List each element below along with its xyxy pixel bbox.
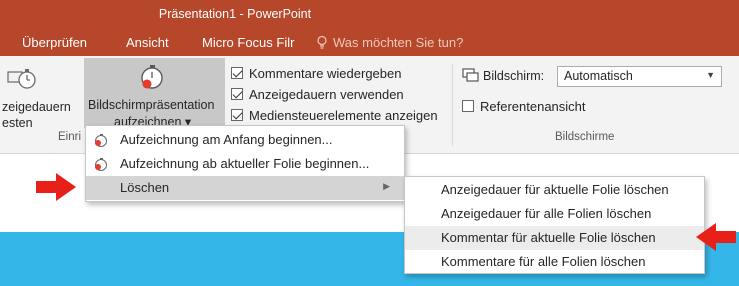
menu-item-clear[interactable]: Löschen ▶ xyxy=(86,176,404,200)
checkbox-show-media-controls-box[interactable] xyxy=(231,109,243,121)
submenu-item-clear-narrations-all[interactable]: Kommentare für alle Folien löschen xyxy=(405,250,704,274)
annotation-arrow-right-icon xyxy=(36,173,76,201)
checkbox-use-timings[interactable]: Anzeigedauern verwenden xyxy=(231,87,404,105)
lightbulb-icon xyxy=(317,35,327,49)
ribbon-separator xyxy=(452,64,453,146)
checkbox-play-narrations-label: Kommentare wiedergeben xyxy=(249,66,402,81)
submenu-item-label: Anzeigedauer für aktuelle Folie löschen xyxy=(441,182,669,197)
menu-item-label: Aufzeichnung ab aktueller Folie beginnen… xyxy=(120,156,370,171)
annotation-arrow-left-icon xyxy=(696,223,736,251)
setup-group-label: Einri xyxy=(58,131,82,143)
record-slide-show-button[interactable]: Bildschirmpräsentation aufzeichnen ▾ xyxy=(84,58,225,129)
menu-item-label: Aufzeichnung am Anfang beginnen... xyxy=(120,132,333,147)
monitor-icon xyxy=(462,68,479,82)
record-dropdown-menu: Aufzeichnung am Anfang beginnen... Aufze… xyxy=(85,125,405,202)
chevron-down-icon: ▼ xyxy=(706,70,715,80)
monitors-group-label: Bildschirme xyxy=(555,131,615,143)
monitor-dropdown[interactable]: Automatisch ▼ xyxy=(557,66,722,87)
record-from-start-icon xyxy=(95,134,107,147)
rehearse-timings-button[interactable]: zeigedauern esten xyxy=(0,58,82,130)
submenu-item-clear-timing-current[interactable]: Anzeigedauer für aktuelle Folie löschen xyxy=(405,178,704,202)
window-title: Präsentation1 - PowerPoint xyxy=(158,7,312,21)
checkbox-use-timings-label: Anzeigedauern verwenden xyxy=(249,87,404,102)
tab-micro-focus-filr[interactable]: Micro Focus Filr xyxy=(202,35,294,50)
tab-review[interactable]: Überprüfen xyxy=(22,35,87,50)
checkbox-play-narrations[interactable]: Kommentare wiedergeben xyxy=(231,66,401,84)
submenu-item-clear-narration-current[interactable]: Kommentar für aktuelle Folie löschen xyxy=(405,226,704,250)
checkbox-play-narrations-box[interactable] xyxy=(231,67,243,79)
stopwatch-icon xyxy=(7,69,36,89)
submenu-item-clear-timing-all[interactable]: Anzeigedauer für alle Folien löschen xyxy=(405,202,704,226)
menu-item-record-from-beginning[interactable]: Aufzeichnung am Anfang beginnen... xyxy=(86,128,404,152)
checkbox-presenter-view[interactable]: Referentenansicht xyxy=(462,99,586,117)
record-stopwatch-icon xyxy=(141,65,163,89)
checkbox-use-timings-box[interactable] xyxy=(231,88,243,100)
monitor-label: Bildschirm: xyxy=(483,69,545,83)
tab-view[interactable]: Ansicht xyxy=(126,35,169,50)
clear-submenu: Anzeigedauer für aktuelle Folie löschen … xyxy=(404,176,705,274)
monitor-dropdown-value: Automatisch xyxy=(564,69,633,83)
record-button-label-1: Bildschirmpräsentation xyxy=(88,98,215,112)
title-bar: Präsentation1 - PowerPoint xyxy=(0,0,739,28)
chevron-right-icon: ▶ xyxy=(383,181,390,191)
rehearse-timings-label-2: esten xyxy=(2,116,33,130)
ribbon-tabs: Überprüfen Ansicht Micro Focus Filr Was … xyxy=(0,28,739,56)
rehearse-timings-label-1: zeigedauern xyxy=(2,100,71,114)
checkbox-presenter-view-box[interactable] xyxy=(462,100,474,112)
menu-item-record-from-current[interactable]: Aufzeichnung ab aktueller Folie beginnen… xyxy=(86,152,404,176)
menu-item-label: Löschen xyxy=(120,180,170,195)
checkbox-presenter-view-label: Referentenansicht xyxy=(480,99,586,114)
checkbox-show-media-controls[interactable]: Mediensteuerelemente anzeigen xyxy=(231,108,438,126)
tell-me-search[interactable]: Was möchten Sie tun? xyxy=(315,35,463,50)
tell-me-placeholder: Was möchten Sie tun? xyxy=(333,35,464,50)
checkbox-show-media-controls-label: Mediensteuerelemente anzeigen xyxy=(249,108,438,123)
submenu-item-label: Kommentare für alle Folien löschen xyxy=(441,254,646,269)
record-from-current-icon xyxy=(95,158,107,171)
submenu-item-label: Anzeigedauer für alle Folien löschen xyxy=(441,206,652,221)
submenu-item-label: Kommentar für aktuelle Folie löschen xyxy=(441,230,656,245)
